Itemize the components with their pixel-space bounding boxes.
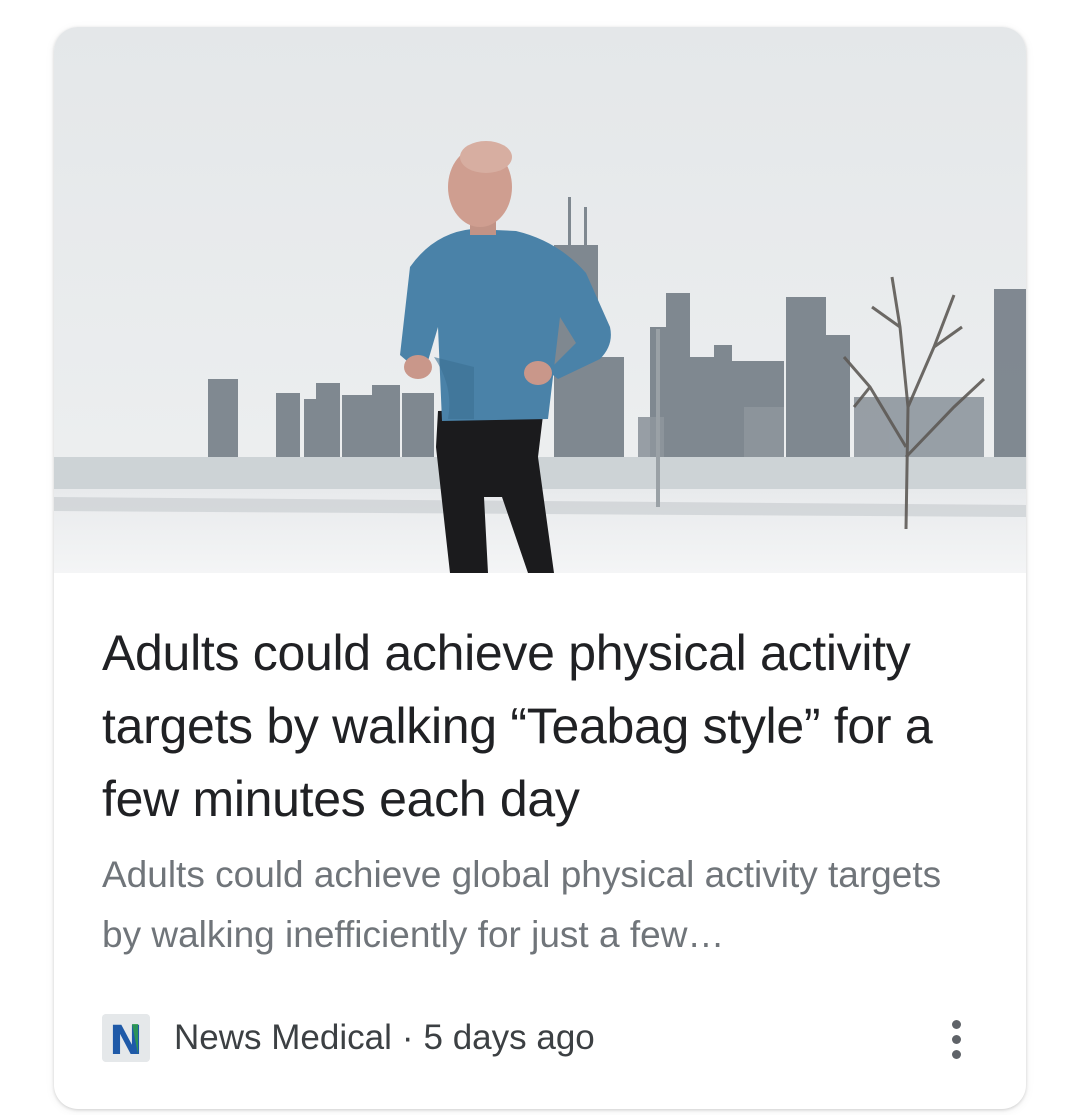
more-vert-dot <box>951 1049 961 1059</box>
more-vert-icon <box>951 1019 961 1029</box>
more-options-button[interactable] <box>932 1011 980 1067</box>
source-row: N News Medical · 5 days ago <box>102 1013 595 1063</box>
source-meta: News Medical · 5 days ago <box>174 1018 595 1058</box>
article-headline[interactable]: Adults could achieve physical activity t… <box>102 617 982 836</box>
more-vert-dot <box>951 1034 961 1044</box>
publish-time: 5 days ago <box>423 1018 595 1057</box>
news-card[interactable]: Adults could achieve physical activity t… <box>54 27 1026 1109</box>
news-medical-logo-icon: N <box>102 1014 150 1062</box>
meta-separator: · <box>401 1018 414 1057</box>
source-name: News Medical <box>174 1018 392 1057</box>
article-image[interactable] <box>54 27 1026 573</box>
article-snippet: Adults could achieve global physical act… <box>102 854 942 955</box>
